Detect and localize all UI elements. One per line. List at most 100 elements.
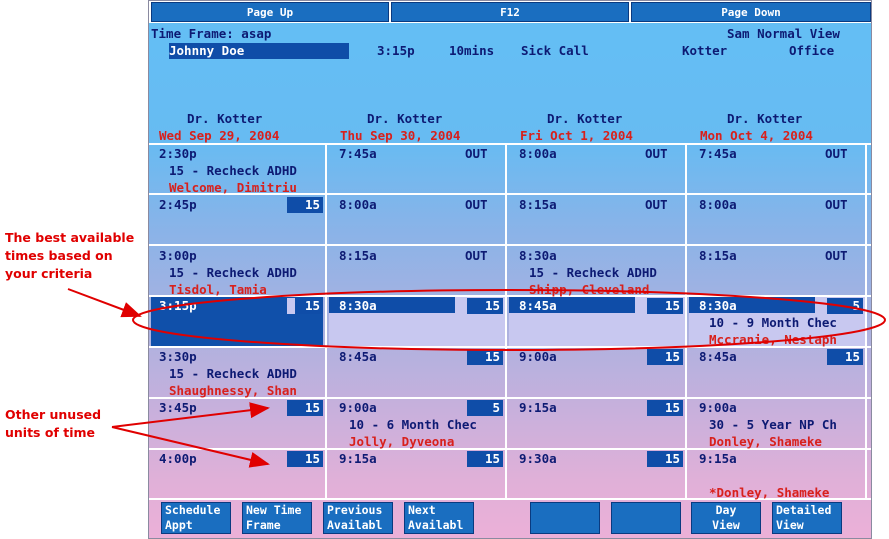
page-up-button[interactable]: Page Up <box>151 2 389 22</box>
slot-time[interactable]: 9:00a <box>519 349 557 365</box>
slot-time[interactable]: 9:15a <box>699 451 737 467</box>
slot-time[interactable]: 2:45p <box>159 197 197 213</box>
column-date: Fri Oct 1, 2004 <box>520 128 633 143</box>
slot-time[interactable]: 4:00p <box>159 451 197 467</box>
open-units-badge: 5 <box>827 298 863 314</box>
slot-time[interactable]: 8:00a <box>339 197 377 213</box>
timeframe-label: Time Frame: asap <box>151 26 272 41</box>
new-time-frame-button[interactable]: New Time Frame <box>242 502 312 534</box>
page-down-button[interactable]: Page Down <box>631 2 871 22</box>
appointment-reason: Sick Call <box>521 43 589 58</box>
slot-time[interactable]: 3:00p <box>159 248 197 264</box>
open-units-badge: 15 <box>467 451 503 467</box>
blank-function-button[interactable] <box>611 502 681 534</box>
annotation-unused-units: Other unused units of time <box>5 406 101 442</box>
slot-time[interactable]: 8:45a <box>339 349 377 365</box>
slot-time[interactable]: 8:15a <box>339 248 377 264</box>
previous-available-button[interactable]: Previous Availabl <box>323 502 393 534</box>
view-name-label: Sam Normal View <box>727 26 840 41</box>
slot-time[interactable]: 3:45p <box>159 400 197 416</box>
button-label-line: Appt <box>165 518 193 532</box>
day-view-button[interactable]: Day View <box>691 502 761 534</box>
slot-status: OUT <box>465 146 488 161</box>
grid-divider <box>325 143 327 499</box>
slot-time[interactable]: 8:30a <box>699 298 737 314</box>
slot-time[interactable]: 8:30a <box>339 298 377 314</box>
open-units-badge: 5 <box>467 400 503 416</box>
requested-duration: 10mins <box>449 43 495 58</box>
open-units-badge: 15 <box>827 349 863 365</box>
open-units-badge: 15 <box>467 298 503 314</box>
slot-status: OUT <box>465 248 488 263</box>
slot-appointment: 10 - 9 Month Chec <box>709 315 837 330</box>
column-doctor: Dr. Kotter <box>367 111 443 126</box>
slot-patient: Jolly, Dyveona <box>349 434 455 449</box>
slot-time[interactable]: 3:30p <box>159 349 197 365</box>
open-units-badge: 15 <box>647 451 683 467</box>
provider-name: Kotter <box>682 43 728 58</box>
slot-time[interactable]: 9:15a <box>339 451 377 467</box>
button-label-line: New Time <box>246 503 302 517</box>
grid-divider <box>505 143 507 499</box>
slot-time[interactable]: 8:30a <box>519 248 557 264</box>
annotation-line: your criteria <box>5 266 93 281</box>
scheduler-screen: Page Up F12 Page Down Time Frame: asap S… <box>148 0 872 539</box>
annotation-line: Other unused <box>5 407 102 422</box>
button-label-line: Schedule <box>165 503 221 517</box>
grid-divider <box>865 143 867 499</box>
grid-divider <box>149 244 871 246</box>
button-label-line: View <box>776 518 804 532</box>
open-units-badge: 15 <box>647 400 683 416</box>
annotation-line: units of time <box>5 425 95 440</box>
slot-appointment: 10 - 6 Month Chec <box>349 417 477 432</box>
slot-time[interactable]: 3:15p <box>159 298 197 314</box>
column-doctor: Dr. Kotter <box>187 111 263 126</box>
slot-status: OUT <box>825 146 848 161</box>
slot-appointment: 15 - Recheck ADHD <box>169 366 297 381</box>
button-label-line: Detailed <box>776 503 832 517</box>
f12-button[interactable]: F12 <box>391 2 629 22</box>
slot-time[interactable]: 9:30a <box>519 451 557 467</box>
open-units-badge: 15 <box>287 400 323 416</box>
open-units-badge: 15 <box>467 349 503 365</box>
slot-time[interactable]: 7:45a <box>339 146 377 162</box>
slot-time[interactable]: 8:45a <box>699 349 737 365</box>
button-label-line: Next <box>408 503 436 517</box>
slot-appointment: 15 - Recheck ADHD <box>529 265 657 280</box>
next-available-button[interactable]: Next Availabl <box>404 502 474 534</box>
slot-time[interactable]: 8:15a <box>699 248 737 264</box>
blank-function-button[interactable] <box>530 502 600 534</box>
patient-name: Johnny Doe <box>169 43 245 58</box>
slot-time[interactable]: 8:00a <box>519 146 557 162</box>
annotation-best-times: The best available times based on your c… <box>5 229 134 283</box>
slot-time[interactable]: 8:45a <box>519 298 557 314</box>
slot-time[interactable]: 8:00a <box>699 197 737 213</box>
annotation-line: The best available <box>5 230 135 245</box>
slot-status: OUT <box>645 146 668 161</box>
slot-time[interactable]: 2:30p <box>159 146 197 162</box>
slot-time[interactable]: 9:00a <box>699 400 737 416</box>
requested-time: 3:15p <box>377 43 415 58</box>
slot-time[interactable]: 8:15a <box>519 197 557 213</box>
column-date: Wed Sep 29, 2004 <box>159 128 280 143</box>
slot-patient: Shipp, Cleveland <box>529 282 650 297</box>
slot-patient: Donley, Shameke <box>709 434 822 449</box>
slot-time[interactable]: 9:15a <box>519 400 557 416</box>
slot-patient: Mccranie, Nestaph <box>709 332 837 347</box>
open-units-badge: 15 <box>287 451 323 467</box>
detailed-view-button[interactable]: Detailed View <box>772 502 842 534</box>
top-function-bar: Page Up F12 Page Down <box>149 1 871 23</box>
annotation-line: times based on <box>5 248 113 263</box>
column-doctor: Dr. Kotter <box>727 111 803 126</box>
schedule-appt-button[interactable]: Schedule Appt <box>161 502 231 534</box>
slot-time[interactable]: 7:45a <box>699 146 737 162</box>
slot-status: OUT <box>825 248 848 263</box>
button-label-line: Availabl <box>408 518 464 532</box>
slot-appointment: 15 - Recheck ADHD <box>169 265 297 280</box>
slot-appointment: 30 - 5 Year NP Ch <box>709 417 837 432</box>
slot-time[interactable]: 9:00a <box>339 400 377 416</box>
slot-status: OUT <box>645 197 668 212</box>
open-units-badge: 15 <box>647 349 683 365</box>
slot-status: OUT <box>465 197 488 212</box>
button-label-line: View <box>712 518 740 532</box>
